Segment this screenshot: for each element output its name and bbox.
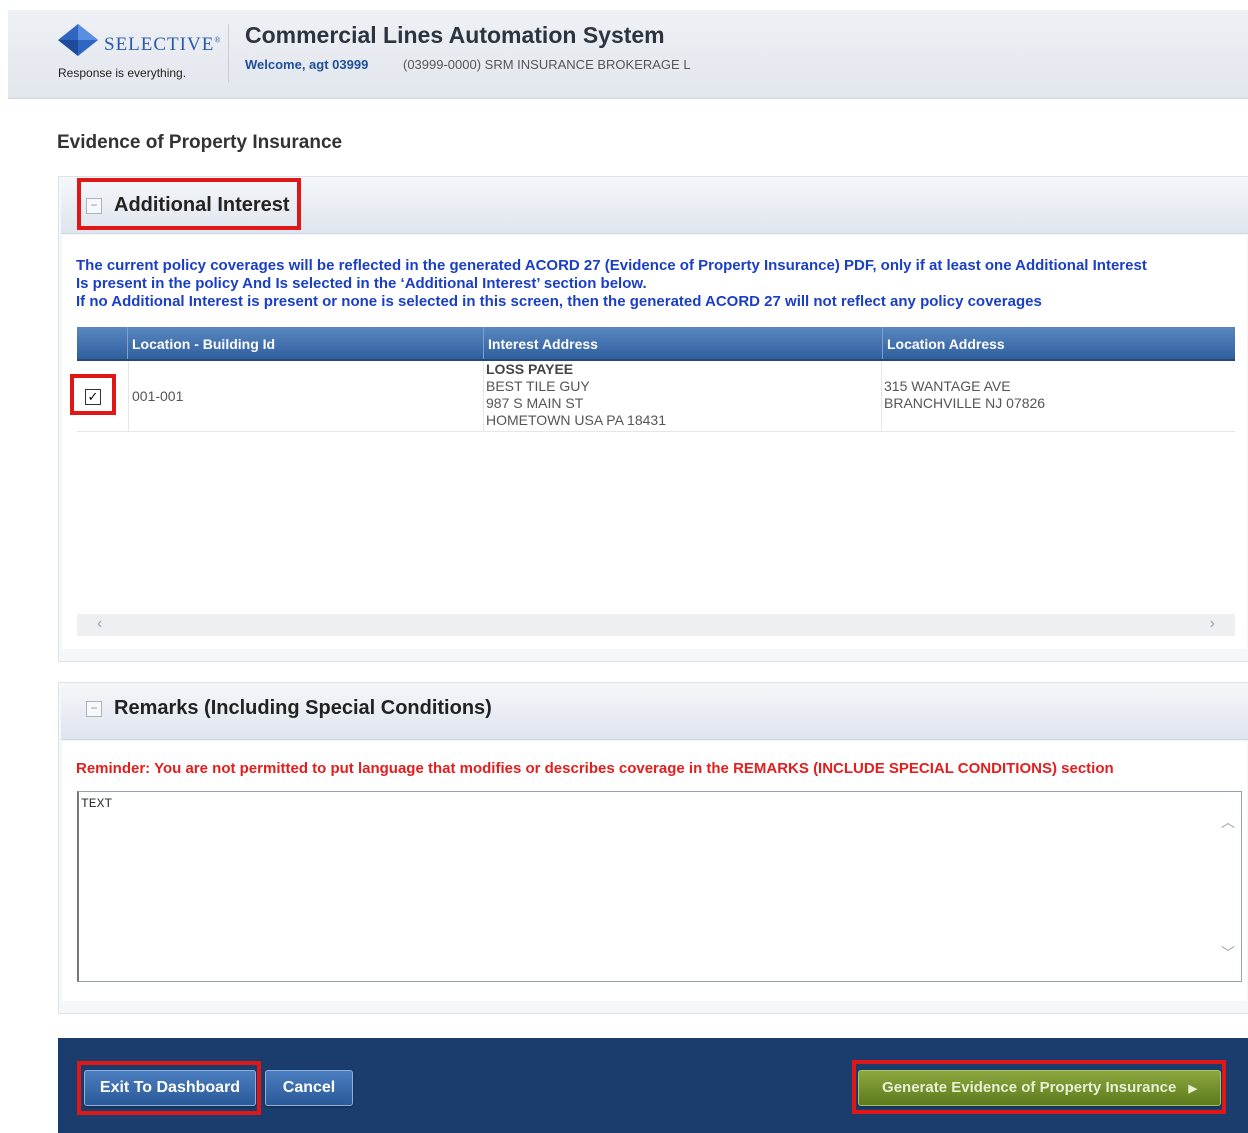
info-line: The current policy coverages will be ref…	[76, 257, 1147, 274]
remarks-text[interactable]: TEXT	[81, 796, 112, 811]
scroll-right-icon[interactable]: ›	[1210, 615, 1215, 633]
column-header-interest-address[interactable]: Interest Address	[483, 327, 882, 359]
app-title: Commercial Lines Automation System	[245, 22, 665, 48]
interest-address-line: HOMETOWN USA PA 18431	[486, 412, 666, 428]
remarks-textarea[interactable]: TEXT ︿ ﹀	[77, 791, 1242, 982]
scroll-left-icon[interactable]: ‹	[97, 615, 102, 633]
additional-interest-info: The current policy coverages will be ref…	[76, 257, 1246, 311]
agency-text: (03999-0000) SRM INSURANCE BROKERAGE L	[403, 57, 691, 72]
table-header: Location - Building Id Interest Address …	[77, 327, 1235, 361]
brand-tagline: Response is everything.	[58, 66, 187, 80]
column-header-location-building-id[interactable]: Location - Building Id	[127, 327, 482, 359]
cancel-button[interactable]: Cancel	[265, 1070, 353, 1106]
highlight-box-generate	[852, 1060, 1226, 1114]
remarks-title: Remarks (Including Special Conditions)	[114, 697, 492, 719]
additional-interest-table: Location - Building Id Interest Address …	[77, 327, 1235, 432]
table-row[interactable]: ✓ 001-001 LOSS PAYEE BEST TILE GUY 987 S…	[77, 361, 1235, 432]
cancel-label: Cancel	[282, 1079, 336, 1096]
header-divider	[228, 24, 229, 82]
brand-name: SELECTIVE®	[104, 34, 222, 55]
highlight-box-exit	[77, 1061, 261, 1115]
location-address-cell: 315 WANTAGE AVE BRANCHVILLE NJ 07826	[881, 361, 1236, 431]
location-building-id-cell: 001-001	[128, 361, 484, 431]
interest-type: LOSS PAYEE	[486, 361, 574, 377]
page-title: Evidence of Property Insurance	[57, 132, 343, 153]
interest-address-line: 987 S MAIN ST	[486, 395, 584, 411]
scroll-up-icon[interactable]: ︿	[1221, 812, 1235, 832]
scroll-down-icon[interactable]: ﹀	[1221, 943, 1235, 963]
brand-logo[interactable]: SELECTIVE® Response is everything.	[58, 20, 222, 80]
highlight-box-additional-interest	[77, 178, 301, 230]
info-line: If no Additional Interest is present or …	[76, 293, 1042, 310]
column-header-location-address[interactable]: Location Address	[882, 327, 1235, 359]
diamond-logo-icon	[58, 24, 98, 56]
location-address-line: 315 WANTAGE AVE	[884, 378, 1011, 394]
location-building-id: 001-001	[132, 388, 184, 404]
interest-address-cell: LOSS PAYEE BEST TILE GUY 987 S MAIN ST H…	[483, 361, 882, 431]
highlight-box-checkbox	[70, 374, 116, 415]
column-header-select	[77, 327, 127, 359]
remarks-reminder: Reminder: You are not permitted to put l…	[76, 760, 1114, 777]
info-line: Is present in the policy And Is selected…	[76, 275, 647, 292]
interest-address: LOSS PAYEE BEST TILE GUY 987 S MAIN ST H…	[486, 361, 666, 429]
collapse-icon[interactable]: −	[86, 701, 102, 717]
welcome-text: Welcome, agt 03999	[245, 57, 369, 72]
horizontal-scrollbar[interactable]: ‹ ›	[77, 614, 1235, 636]
location-address: 315 WANTAGE AVE BRANCHVILLE NJ 07826	[884, 378, 1045, 412]
app-header: SELECTIVE® Response is everything. Comme…	[8, 10, 1248, 99]
location-address-line: BRANCHVILLE NJ 07826	[884, 395, 1046, 411]
interest-address-line: BEST TILE GUY	[486, 378, 590, 394]
